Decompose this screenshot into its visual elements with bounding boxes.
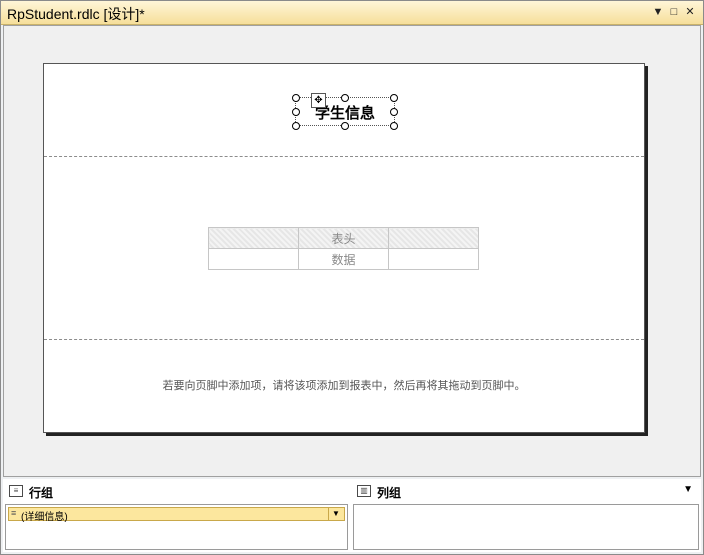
resize-handle-top-right[interactable] [390,94,398,102]
title-textbox[interactable]: 学生信息 ✥ [292,93,398,130]
grouping-options-dropdown[interactable]: ▼ [683,484,693,495]
title-bar: RpStudent.rdlc [设计]* ▼ □ ✕ [1,1,703,25]
resize-handle-top-left[interactable] [292,94,300,102]
report-design-surface[interactable]: 学生信息 ✥ 表头 数据 若要向页脚中添加项，请将该项添加到报表中，然后再将其拖… [3,25,701,477]
designer-window: RpStudent.rdlc [设计]* ▼ □ ✕ 学生信息 ✥ 表头 数据 … [0,0,704,555]
column-groups-panel: ▥ 列组 ▼ [351,479,701,552]
table-header-cell[interactable] [208,227,299,249]
window-position-button[interactable]: ▼ [651,4,665,20]
report-page[interactable]: 学生信息 ✥ 表头 数据 若要向页脚中添加项，请将该项添加到报表中，然后再将其拖… [43,63,645,433]
resize-handle-bottom-left[interactable] [292,122,300,130]
body-footer-divider [44,339,644,340]
row-group-dropdown-button[interactable]: ▼ [328,508,343,520]
resize-handle-bottom-right[interactable] [390,122,398,130]
resize-handle-right[interactable] [390,108,398,116]
column-groups-list[interactable] [353,504,699,550]
table-data-row: 数据 [208,248,479,270]
resize-handle-bottom[interactable] [341,122,349,130]
column-groups-header: ▥ 列组 ▼ [351,479,701,503]
table-data-cell[interactable] [388,248,479,270]
resize-handle-left[interactable] [292,108,300,116]
resize-handle-top[interactable] [341,94,349,102]
page-footer-hint: 若要向页脚中添加项，请将该项添加到报表中，然后再将其拖动到页脚中。 [162,380,526,392]
close-button[interactable]: ✕ [683,4,697,20]
row-groups-header: ≡ 行组 [3,479,351,503]
grouping-pane: ≡ 行组 ≡ (详细信息) ▼ ▥ 列组 ▼ [3,479,701,552]
table-data-cell[interactable] [208,248,299,270]
row-groups-list[interactable]: ≡ (详细信息) ▼ [5,504,348,550]
table-data-cell[interactable]: 数据 [298,248,389,270]
details-group-icon: ≡ [11,508,17,518]
maximize-button[interactable]: □ [667,4,681,20]
header-body-divider [44,156,644,157]
row-groups-panel: ≡ 行组 ≡ (详细信息) ▼ [3,479,351,552]
column-groups-icon: ▥ [357,485,371,497]
report-table[interactable]: 表头 数据 [208,227,479,270]
row-groups-icon: ≡ [9,485,23,497]
table-header-cell[interactable] [388,227,479,249]
row-group-item[interactable]: ≡ (详细信息) ▼ [8,507,345,523]
table-header-row: 表头 [208,227,479,249]
column-groups-label: 列组 [377,486,402,500]
row-groups-label: 行组 [29,486,54,500]
window-title: RpStudent.rdlc [设计]* [7,6,145,22]
table-header-cell[interactable]: 表头 [298,227,389,249]
row-group-item-label: (详细信息) [21,512,68,523]
move-handle-icon[interactable]: ✥ [311,93,326,108]
